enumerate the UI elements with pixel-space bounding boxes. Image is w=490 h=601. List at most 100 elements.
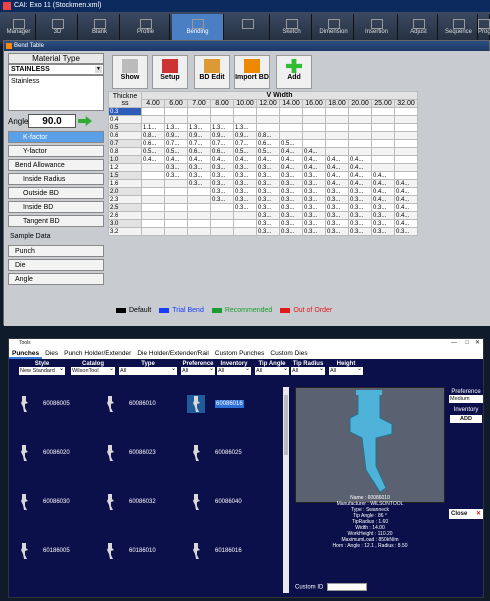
punch-item[interactable]: 60086025 — [187, 442, 267, 464]
table-cell[interactable]: 0.3... — [325, 195, 349, 204]
table-cell[interactable]: 0.3... — [256, 179, 280, 188]
thickness-cell[interactable]: 0.8 — [108, 147, 142, 156]
punch-item[interactable]: 60086010 — [101, 393, 181, 415]
table-cell[interactable] — [279, 115, 303, 124]
table-cell[interactable]: 0.3... — [256, 195, 280, 204]
table-cell[interactable]: 0.3... — [348, 187, 372, 196]
punch-item[interactable]: 60086020 — [15, 442, 95, 464]
table-cell[interactable] — [371, 163, 395, 172]
table-cell[interactable]: 0.3... — [371, 227, 395, 236]
table-cell[interactable] — [141, 195, 165, 204]
table-cell[interactable]: 0.6... — [210, 147, 234, 156]
table-cell[interactable] — [164, 195, 188, 204]
table-cell[interactable]: 1.3... — [233, 123, 257, 132]
tab-die-holder-extender-rail[interactable]: Die Holder/Extender/Rail — [134, 348, 212, 359]
table-cell[interactable]: 0.3... — [302, 203, 326, 212]
tab-custom-dies[interactable]: Custom Dies — [267, 348, 310, 359]
table-cell[interactable] — [187, 195, 211, 204]
close-icon[interactable]: ✕ — [475, 339, 480, 348]
table-cell[interactable] — [302, 123, 326, 132]
table-cell[interactable]: 0.4... — [279, 163, 303, 172]
table-cell[interactable]: 0.4... — [394, 187, 418, 196]
table-cell[interactable]: 0.4... — [302, 163, 326, 172]
table-cell[interactable]: 0.3... — [210, 195, 234, 204]
table-cell[interactable]: 0.3... — [371, 211, 395, 220]
table-cell[interactable]: 0.4... — [348, 171, 372, 180]
tab-punches[interactable]: Punches — [9, 348, 43, 359]
table-cell[interactable]: 0.3... — [302, 187, 326, 196]
table-cell[interactable]: 0.4... — [348, 163, 372, 172]
table-cell[interactable] — [325, 139, 349, 148]
table-cell[interactable]: 0.4... — [210, 155, 234, 164]
table-cell[interactable]: 0.3... — [371, 203, 395, 212]
table-cell[interactable]: 0.3... — [325, 227, 349, 236]
table-cell[interactable] — [141, 187, 165, 196]
table-cell[interactable]: 0.4... — [302, 147, 326, 156]
table-cell[interactable]: 0.6... — [256, 139, 280, 148]
table-cell[interactable] — [141, 219, 165, 228]
table-cell[interactable] — [394, 171, 418, 180]
material-select[interactable]: STAINLESS ▼ — [8, 64, 104, 75]
table-cell[interactable]: 0.4... — [325, 163, 349, 172]
punch-item[interactable]: 60086032 — [101, 491, 181, 513]
punch-item[interactable]: 60086023 — [101, 442, 181, 464]
thickness-cell[interactable]: 0.5 — [108, 123, 142, 132]
table-cell[interactable]: 0.3... — [256, 163, 280, 172]
thickness-cell[interactable]: 0.4 — [108, 115, 142, 124]
table-cell[interactable] — [141, 171, 165, 180]
table-cell[interactable] — [394, 163, 418, 172]
table-cell[interactable]: 0.3... — [210, 163, 234, 172]
table-cell[interactable]: 0.3... — [256, 203, 280, 212]
table-cell[interactable]: 0.3... — [256, 219, 280, 228]
table-cell[interactable]: 0.3... — [279, 179, 303, 188]
table-cell[interactable] — [348, 123, 372, 132]
table-cell[interactable] — [164, 107, 188, 116]
table-cell[interactable] — [187, 115, 211, 124]
table-cell[interactable] — [164, 187, 188, 196]
table-cell[interactable] — [394, 147, 418, 156]
angle-input[interactable]: 90.0 — [28, 114, 76, 128]
table-cell[interactable] — [256, 115, 280, 124]
table-cell[interactable]: 1.3... — [187, 123, 211, 132]
table-cell[interactable] — [233, 227, 257, 236]
table-cell[interactable]: 0.9... — [233, 131, 257, 140]
tab-punch-holder-extender[interactable]: Punch Holder/Extender — [61, 348, 134, 359]
table-cell[interactable] — [210, 115, 234, 124]
table-cell[interactable] — [141, 107, 165, 116]
thickness-cell[interactable]: 2.0 — [108, 187, 142, 196]
table-cell[interactable] — [210, 211, 234, 220]
tab-dies[interactable]: Dies — [42, 348, 61, 359]
table-cell[interactable]: 0.4... — [394, 179, 418, 188]
table-cell[interactable] — [164, 219, 188, 228]
table-cell[interactable]: 0.4... — [325, 179, 349, 188]
table-cell[interactable] — [210, 107, 234, 116]
punch-item[interactable]: 60186010 — [101, 540, 181, 562]
table-cell[interactable]: 0.4... — [141, 155, 165, 164]
table-cell[interactable]: 0.4... — [394, 211, 418, 220]
table-cell[interactable]: 0.5... — [279, 139, 303, 148]
table-cell[interactable]: 0.3... — [348, 219, 372, 228]
punch-item[interactable]: 60186016 — [187, 540, 267, 562]
table-cell[interactable]: 0.3... — [302, 195, 326, 204]
table-cell[interactable] — [279, 107, 303, 116]
table-cell[interactable]: 0.9... — [187, 131, 211, 140]
filter-select[interactable]: WilsonTool — [71, 365, 115, 375]
table-cell[interactable] — [371, 131, 395, 140]
punch-item[interactable]: 60086030 — [15, 491, 95, 513]
table-cell[interactable] — [371, 155, 395, 164]
table-cell[interactable]: 0.3... — [233, 203, 257, 212]
nav-button-bend-allowance[interactable]: Bend Allowance — [8, 159, 104, 171]
table-cell[interactable] — [210, 203, 234, 212]
table-cell[interactable]: 0.3... — [233, 163, 257, 172]
table-cell[interactable] — [371, 107, 395, 116]
table-cell[interactable]: 0.3... — [348, 203, 372, 212]
table-cell[interactable]: 0.3... — [348, 195, 372, 204]
table-cell[interactable] — [210, 227, 234, 236]
minimize-icon[interactable]: — — [451, 339, 457, 348]
table-cell[interactable]: 0.4... — [371, 179, 395, 188]
preference-select[interactable]: Medium — [449, 395, 483, 403]
table-cell[interactable] — [394, 115, 418, 124]
thickness-cell[interactable]: 2.6 — [108, 211, 142, 220]
table-cell[interactable] — [210, 219, 234, 228]
punch-item[interactable]: 60086005 — [15, 393, 95, 415]
